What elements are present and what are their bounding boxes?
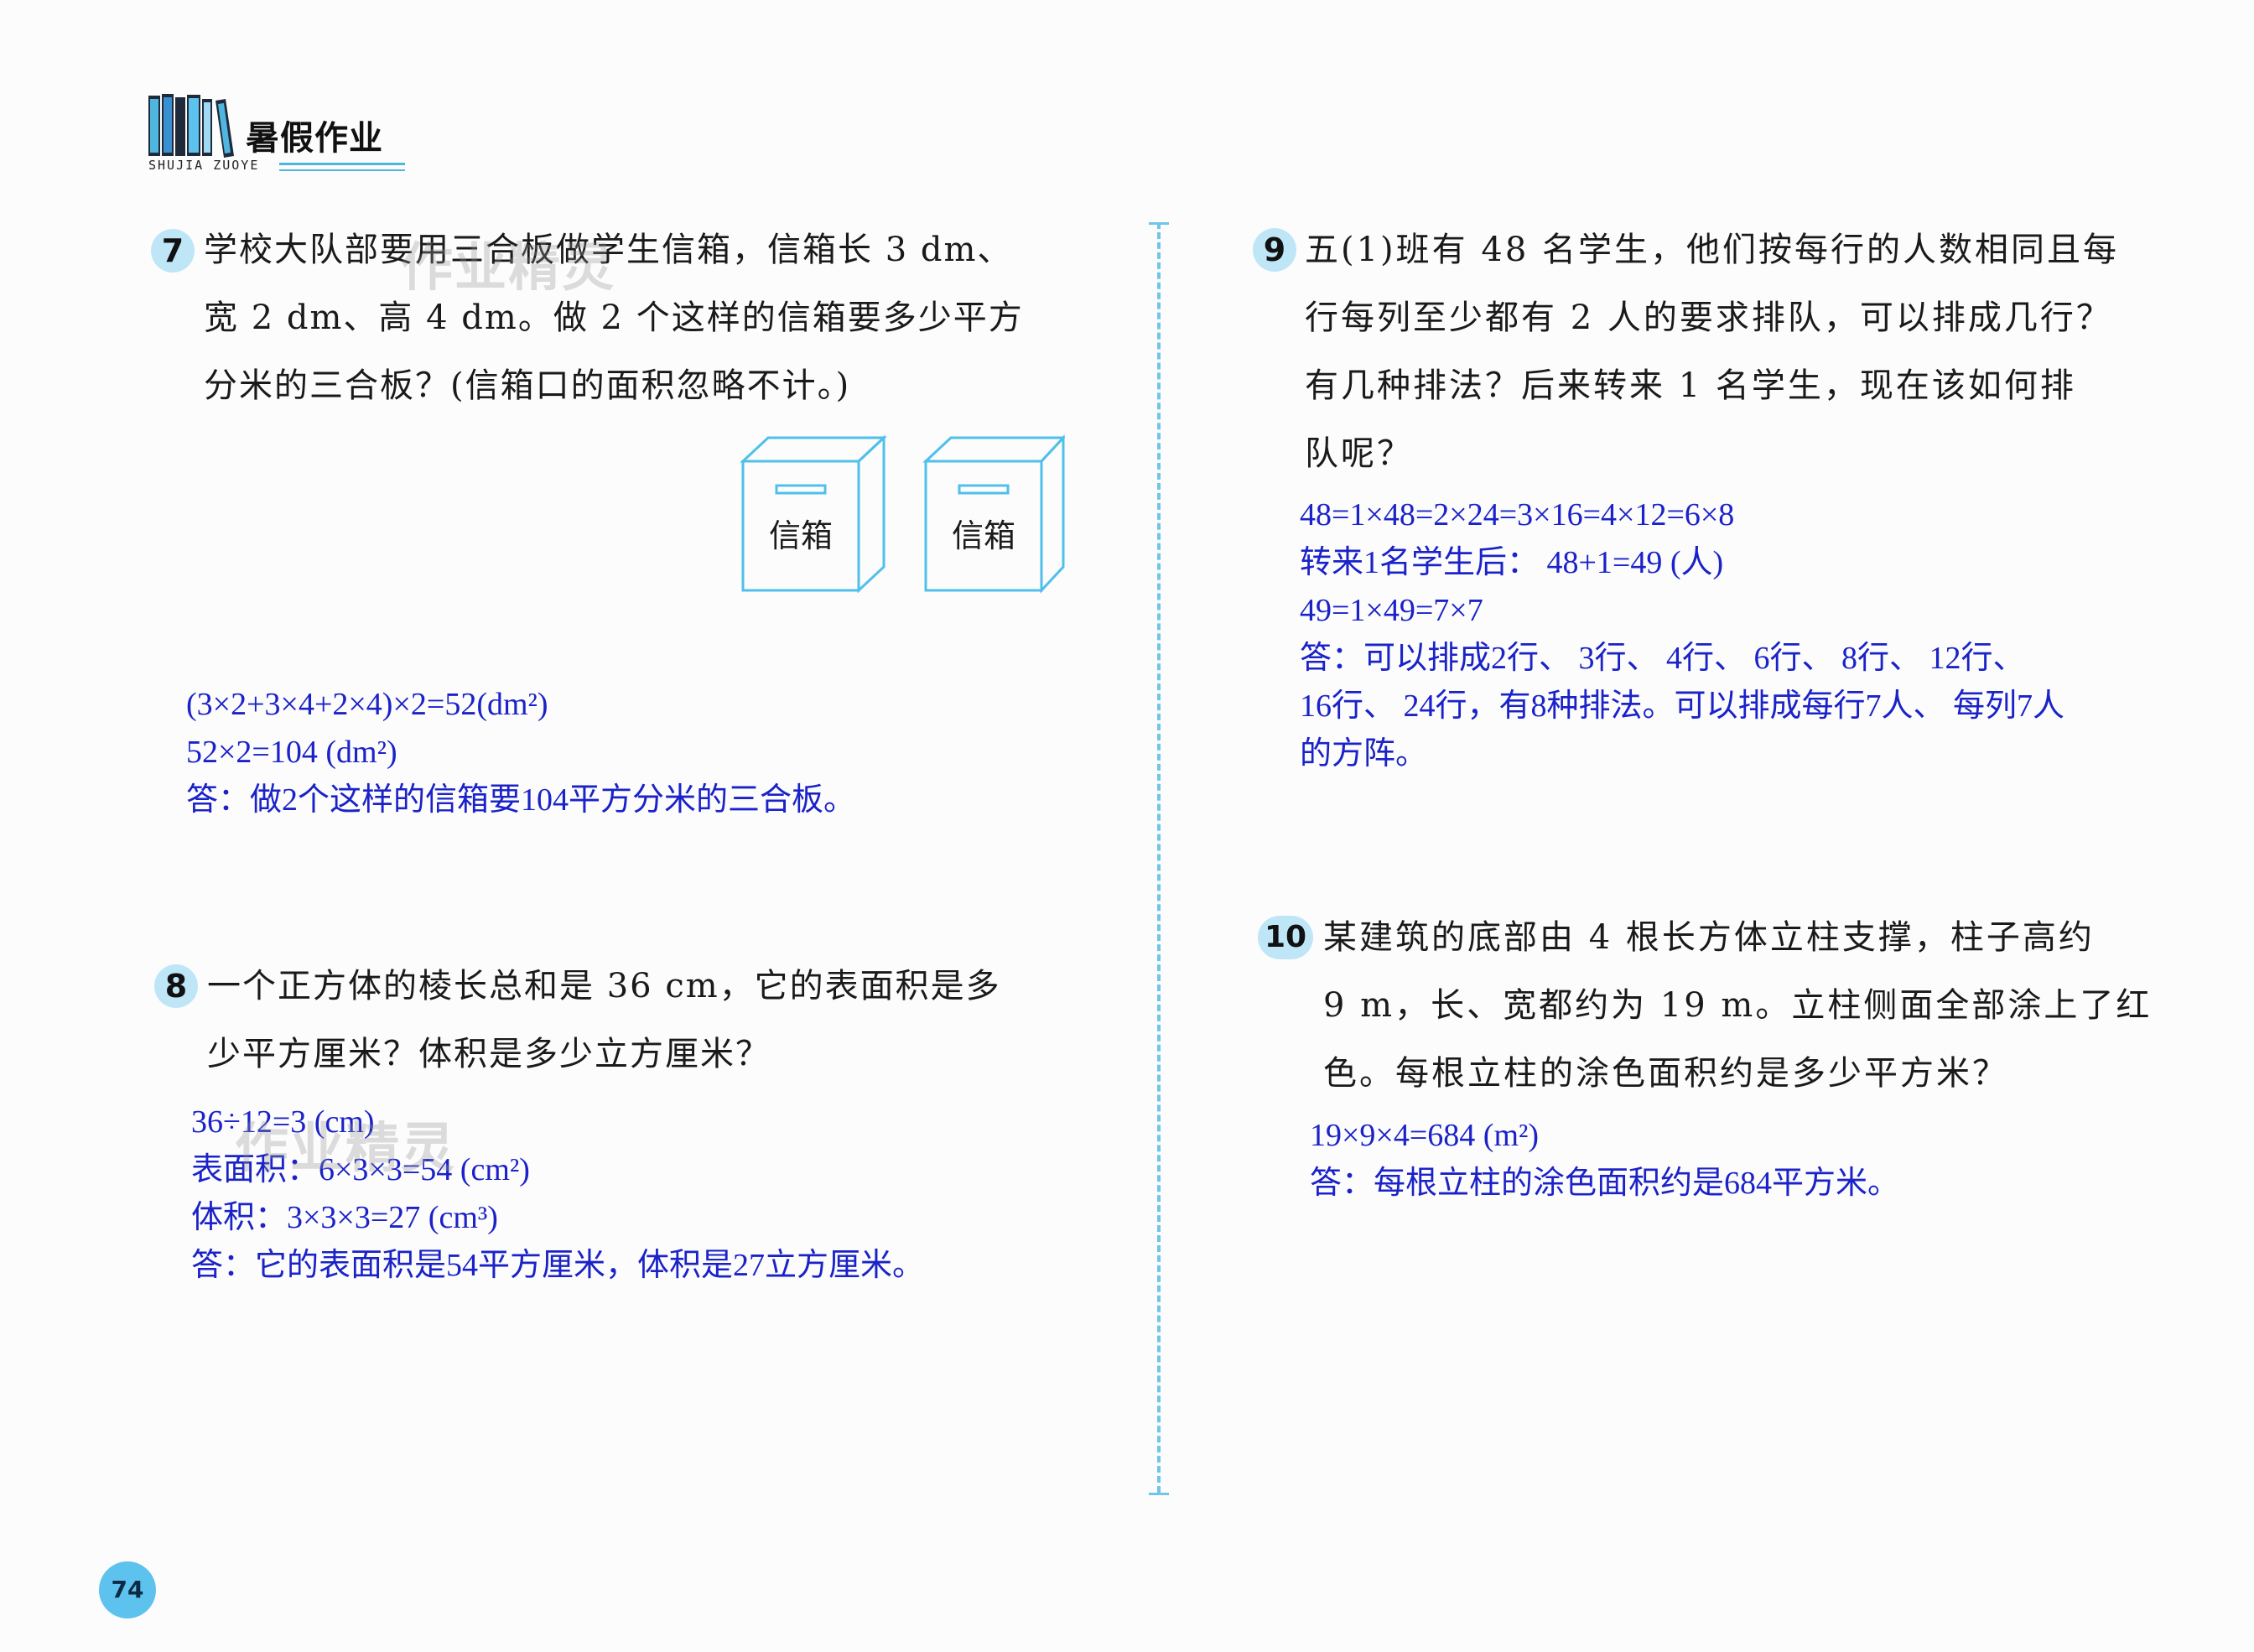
mailbox-2 [922,434,1065,594]
answer-10: 19×9×4=684 (m²) 答：每根立柱的涂色面积约是684平方米。 [1310,1112,1899,1208]
answer-line: 体积：3×3×3=27 (cm³) [191,1200,498,1235]
question-number: 10 [1258,916,1313,959]
header-underline [279,163,405,165]
page-number: 74 [99,1561,156,1618]
question-line: 队呢？ [1305,434,1413,473]
answer-line: 的方阵。 [1300,736,1428,771]
question-line: 行每列至少都有 2 人的要求排队，可以排成几行？ [1305,299,2112,337]
answer-line: 答：可以排成2行、 3行、 4行、 6行、 8行、 12行、 [1300,641,2025,676]
books-icon [148,94,234,158]
header-underline-2 [279,169,405,171]
answer-line: 52×2=104 (dm²) [186,735,397,770]
answer-line: 16行、 24行，有8种排法。可以排成每行7人、 每列7人 [1300,688,2065,724]
question-line: 一个正方体的棱长总和是 36 cm，它的表面积是多 [207,967,1001,1005]
question-line: 某建筑的底部由 4 根长方体立柱支撑，柱子高约 [1323,918,2095,957]
question-line: 色。每根立柱的涂色面积约是多少平方米？ [1323,1054,2008,1093]
question-line: 分米的三合板？(信箱口的面积忽略不计。) [204,366,851,405]
question-8-text: 一个正方体的棱长总和是 36 cm，它的表面积是多 少平方厘米？体积是多少立方厘… [207,953,1001,1088]
watermark-top: 作业精灵 [401,236,616,298]
answer-line: 转来1名学生后： 48+1=49 (人) [1300,545,1724,580]
question-line: 少平方厘米？体积是多少立方厘米？ [207,1035,771,1073]
watermark-bottom: 作业精灵 [235,1118,456,1180]
answer-line: 答：做2个这样的信箱要104平方分米的三合板。 [186,782,856,818]
mailbox-1 [740,434,887,594]
mailbox-label: 信箱 [952,517,1015,554]
question-number: 9 [1253,228,1296,272]
answer-9: 48=1×48=2×24=3×16=4×12=6×8 转来1名学生后： 48+1… [1300,491,2064,778]
question-10-text: 某建筑的底部由 4 根长方体立柱支撑，柱子高约 9 m，长、宽都约为 19 m。… [1323,904,2152,1108]
center-divider [1157,222,1161,1493]
question-9-text: 五(1)班有 48 名学生，他们按每行的人数相同且每 行每列至少都有 2 人的要… [1305,216,2119,488]
answer-line: 答：它的表面积是54平方厘米，体积是27立方厘米。 [191,1248,925,1283]
mailbox-illustration: 信箱 信箱 [740,434,1065,594]
mailbox-label: 信箱 [769,517,833,554]
textbook-page: 暑假作业 SHUJIA ZUOYE 7 学校大队部要用三合板做学生信箱，信箱长 … [0,0,2254,1652]
header-title: 暑假作业 [246,119,383,158]
question-line: 五(1)班有 48 名学生，他们按每行的人数相同且每 [1305,231,2119,269]
answer-line: 48=1×48=2×24=3×16=4×12=6×8 [1300,497,1735,532]
question-line: 有几种排法？后来转来 1 名学生，现在该如何排 [1305,366,2076,405]
answer-7: (3×2+3×4+2×4)×2=52(dm²) 52×2=104 (dm²) 答… [186,681,855,824]
divider-cap-bottom [1149,1493,1169,1495]
question-number: 8 [154,964,198,1008]
question-line: 9 m，长、宽都约为 19 m。立柱侧面全部涂上了红 [1323,986,2153,1025]
answer-line: 答：每根立柱的涂色面积约是684平方米。 [1310,1166,1900,1201]
answer-line: (3×2+3×4+2×4)×2=52(dm²) [186,687,548,722]
question-number: 7 [151,229,195,273]
answer-line: 19×9×4=684 (m²) [1310,1118,1540,1153]
answer-line: 49=1×49=7×7 [1300,593,1483,628]
header-logo: 暑假作业 SHUJIA ZUOYE [147,92,415,176]
header-pinyin: SHUJIA ZUOYE [148,158,260,173]
